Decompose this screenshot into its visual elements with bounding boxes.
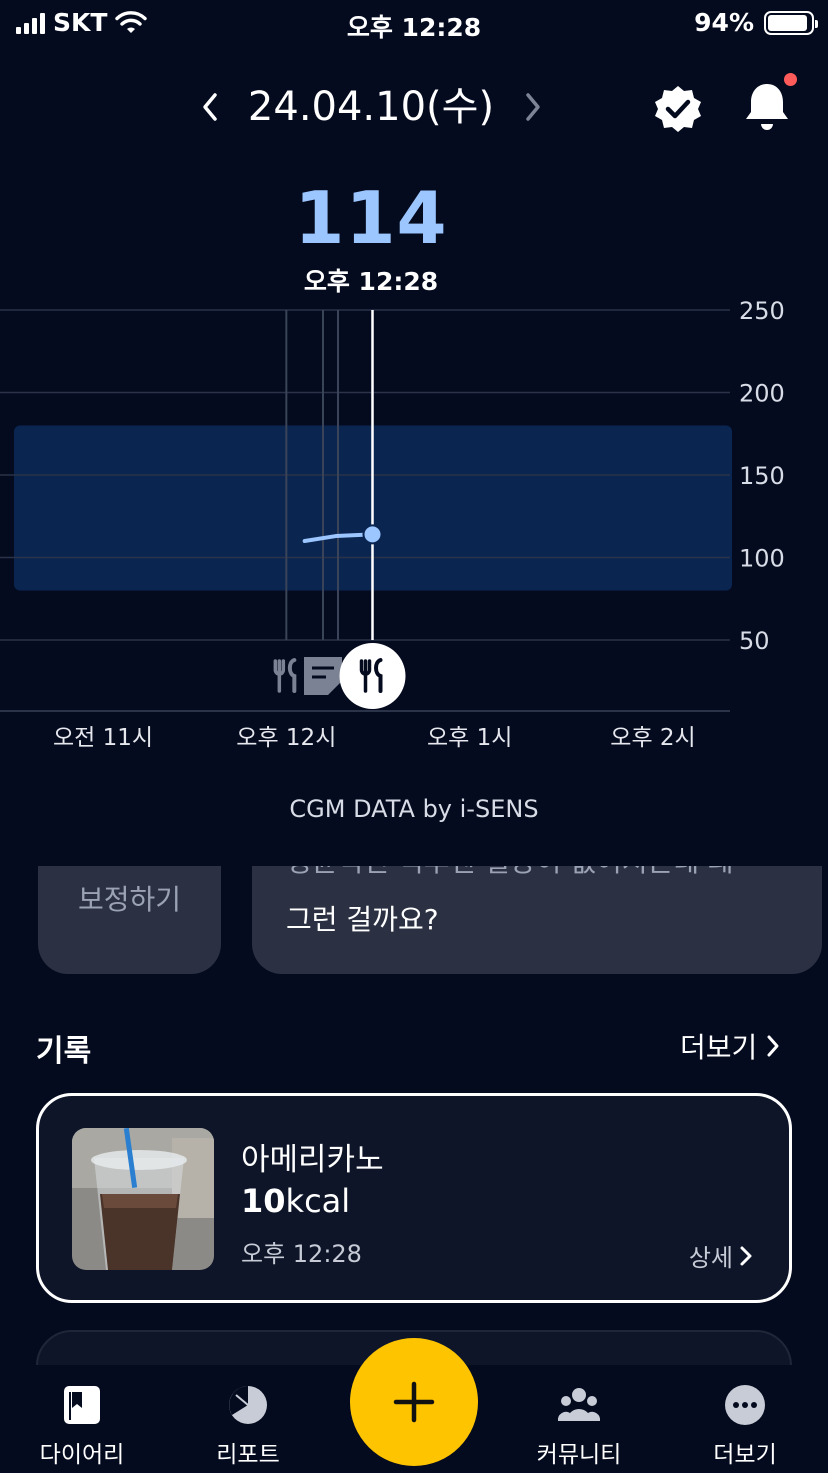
records-more-label: 더보기 [680,1031,758,1064]
chevron-right-icon [767,1035,779,1057]
next-date-button[interactable] [516,82,550,132]
glucose-chart[interactable]: 250 200 150 100 50 오전 11시 오후 12시 오후 1시 오후 2시 [0,290,828,770]
scroll-mask [0,850,828,866]
nav-report[interactable]: 리포트 [183,1383,313,1469]
nav-more[interactable]: 더보기 [680,1383,810,1469]
verified-badge-icon[interactable] [652,83,704,135]
y-tick-label: 200 [739,380,785,408]
plus-icon [393,1381,435,1423]
add-record-button[interactable] [350,1338,478,1466]
record-time: 오후 12:28 [241,1240,362,1268]
y-tick-label: 250 [739,297,785,325]
x-tick-label: 오후 2시 [610,725,695,751]
cgm-credit: CGM DATA by i-SENS [289,795,539,823]
insight-message-text: 그런 걸까요? [286,903,439,936]
community-icon [557,1388,601,1421]
record-detail-label: 상세 [688,1244,733,1272]
report-icon [229,1386,267,1424]
record-detail-link[interactable]: 상세 [689,1238,753,1273]
status-bar: SKT 오후 12:28 94% [0,0,828,48]
current-glucose-point[interactable] [362,524,383,545]
chevron-right-icon [526,93,540,121]
nav-diary-label: 다이어리 [39,1442,125,1468]
meal-icon[interactable] [339,643,406,709]
x-tick-label: 오전 11시 [53,725,153,751]
y-tick-label: 50 [739,627,770,655]
battery-fill [768,14,808,31]
nav-community-label: 커뮤니티 [536,1442,622,1468]
y-tick-label: 150 [739,462,785,490]
record-kcal-unit: kcal [285,1182,351,1220]
note-icon[interactable] [304,657,342,695]
more-icon [725,1385,765,1425]
record-kcal-value: 10 [241,1182,286,1220]
chevron-right-icon [740,1246,752,1265]
x-tick-label: 오후 1시 [427,725,512,751]
glucose-value: 114 [294,176,448,260]
record-name: 아메리카노 [241,1142,384,1178]
nav-report-label: 리포트 [216,1442,280,1468]
notification-dot [784,73,797,86]
x-tick-label: 오후 12시 [236,725,336,751]
record-calories: 10kcal [241,1182,350,1220]
food-photo [72,1128,214,1270]
nav-diary[interactable]: 다이어리 [17,1383,147,1469]
calibrate-label: 보정하기 [77,883,182,916]
meal-icon[interactable] [273,658,297,693]
records-more-link[interactable]: 더보기 [680,1026,781,1066]
y-tick-label: 100 [739,545,785,573]
records-title: 기록 [36,1034,92,1069]
record-card[interactable]: 아메리카노 10kcal 오후 12:28 상세 [36,1093,792,1303]
chevron-left-icon [203,93,217,121]
prev-date-button[interactable] [193,82,227,132]
nav-more-label: 더보기 [713,1442,777,1468]
insight-message-card[interactable]: 평균적인 식후엔 혈당이 없어지는데 왜 그런 걸까요? [252,860,822,974]
calibrate-card[interactable]: 보정하기 [38,860,221,974]
bell-icon[interactable] [740,78,794,134]
battery-percent: 94% [694,8,754,37]
battery-icon [764,10,818,35]
date-label[interactable]: 24.04.10(수) [240,82,502,132]
diary-icon [64,1386,100,1424]
nav-community[interactable]: 커뮤니티 [514,1383,644,1469]
status-right: 94% [694,8,818,37]
